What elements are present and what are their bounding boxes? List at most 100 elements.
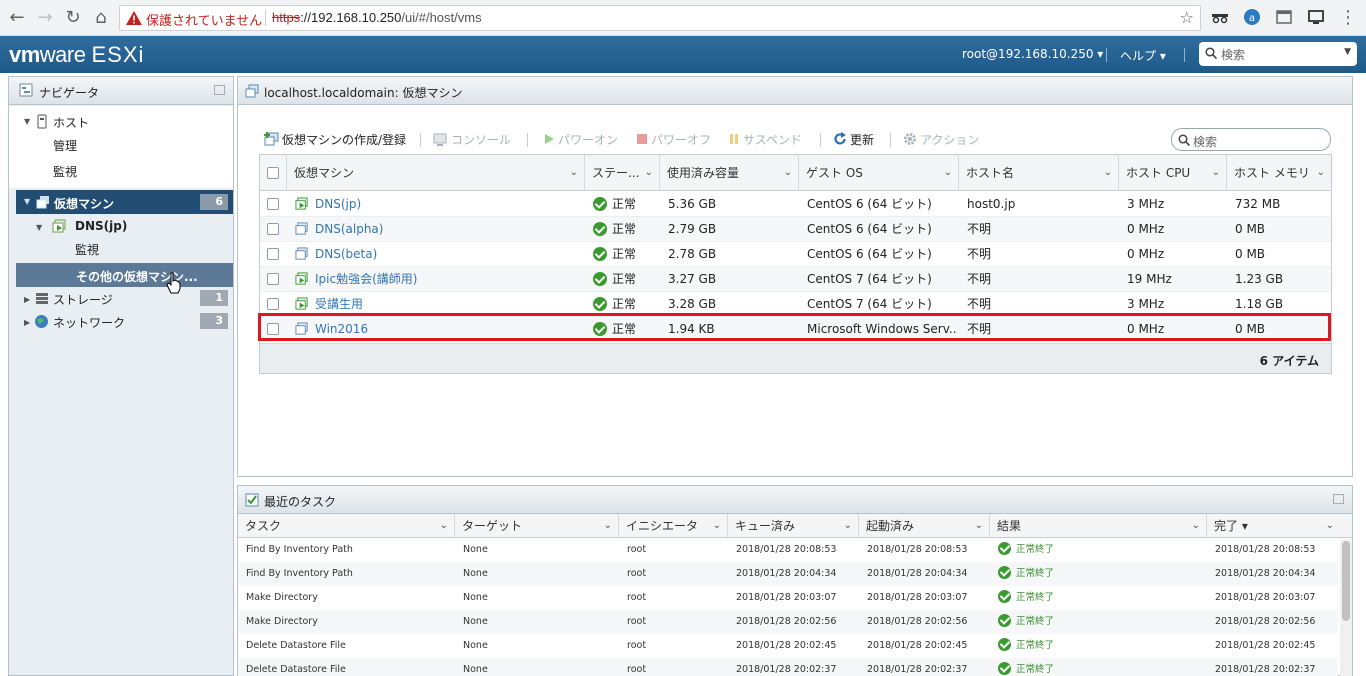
power-on-button[interactable]: パワーオン [543,131,618,148]
table-row[interactable]: DNS(jp) 正常 5.36 GB CentOS 6 (64 ビット) host0.j… [260,192,1331,217]
nav-item-dns-jp-monitor[interactable]: 監視 [75,241,99,258]
vm-running-icon [52,219,66,233]
incognito-icon[interactable] [1211,8,1229,26]
nav-item-network[interactable]: ネットワーク [53,314,125,331]
search-icon [1205,47,1217,59]
back-icon[interactable]: ← [6,7,28,29]
forward-icon[interactable]: → [34,7,56,29]
navigator-title: ナビゲータ [39,86,100,100]
guest-os-cell: CentOS 6 (64 ビット) [807,222,932,236]
column-used-space[interactable]: 使用済み容量 ⌄ [660,155,799,191]
column-host-cpu[interactable]: ホスト CPU ⌄ [1119,155,1227,191]
column-target[interactable]: ターゲット ⌄ [455,514,619,538]
toolbar-divider [420,133,421,147]
home-icon[interactable]: ⌂ [90,7,112,29]
column-task[interactable]: タスク ⌄ [238,514,455,538]
started-cell: 2018/01/28 20:02:37 [867,664,968,675]
expand-triangle-icon[interactable]: ▼ [24,197,30,206]
vm-name-link[interactable]: DNS(jp) [307,192,577,217]
nav-item-vms[interactable]: ▼ 仮想マシン 6 [16,190,233,214]
column-host-memory[interactable]: ホスト メモリ ⌄ [1227,155,1331,191]
create-vm-icon [264,132,279,146]
expand-triangle-icon[interactable]: ▼ [24,117,30,126]
vm-name-link[interactable]: DNS(beta) [307,242,577,267]
vm-search-input[interactable]: 検索 [1171,128,1331,151]
navigator-panel: ナビゲータ ▼ ホスト 管理 監視 ▼ 仮想マシン 6 ▼ DNS(jp) 監視… [8,76,234,676]
column-guest-os[interactable]: ゲスト OS ⌄ [799,155,959,191]
row-checkbox[interactable] [260,217,287,242]
initiator-cell: root [627,592,647,603]
chevron-down-icon: ⌄ [1103,167,1112,178]
header-search-input[interactable]: 検索 ▼ [1199,42,1357,66]
table-row[interactable]: DNS(alpha) 正常 2.79 GB CentOS 6 (64 ビット) 不明 0 … [260,217,1331,242]
item-count: 6 アイテム [1259,354,1319,368]
check-circle-icon [998,590,1011,603]
nav-item-host-manage[interactable]: 管理 [53,137,77,154]
table-row[interactable]: Make Directory None root 2018/01/28 20:02:5… [238,610,1338,634]
vm-name-link[interactable]: Ipic勉強会(講師用) [307,267,577,292]
nav-item-dns-jp[interactable]: DNS(jp) [75,219,127,233]
initiator-cell: root [627,616,647,627]
select-all-checkbox[interactable] [260,155,287,191]
extension-blue-icon[interactable]: a [1243,8,1261,26]
bookmark-star-icon[interactable]: ☆ [1180,8,1194,27]
collapse-panel-icon[interactable] [214,85,225,95]
completed-cell: 2018/01/28 20:02:37 [1215,664,1316,675]
column-host-name[interactable]: ホスト名 ⌄ [959,155,1119,191]
expand-triangle-icon[interactable]: ▼ [36,223,42,232]
reload-icon[interactable]: ↻ [62,7,84,29]
nav-item-host[interactable]: ホスト [53,114,89,131]
table-row[interactable]: Find By Inventory Path None root 2018/01/28… [238,538,1338,562]
check-circle-icon [998,638,1011,651]
refresh-button[interactable]: 更新 [833,131,874,148]
row-checkbox[interactable] [260,192,287,217]
vm-name-link[interactable]: DNS(alpha) [307,217,577,242]
suspend-button[interactable]: サスペンド [728,131,802,148]
chevron-down-icon: ⌄ [1325,520,1334,531]
column-completed[interactable]: 完了 ▾ ⌄ [1207,514,1340,538]
console-button[interactable]: コンソール [433,131,511,148]
address-bar[interactable]: 保護されていません https://192.168.10.250/ui/#/ho… [119,5,1201,31]
collapse-panel-icon[interactable] [1333,494,1344,504]
nav-item-host-monitor[interactable]: 監視 [53,163,77,180]
collapse-triangle-icon[interactable]: ▶ [24,295,30,304]
chevron-down-icon[interactable]: ▼ [1344,47,1351,57]
table-row[interactable]: Make Directory None root 2018/01/28 20:03:0… [238,586,1338,610]
search-placeholder: 検索 [1193,135,1218,149]
nav-item-storage[interactable]: ストレージ [53,291,113,308]
help-menu[interactable]: ヘルプ ▾ [1120,47,1166,64]
table-row[interactable]: Find By Inventory Path None root 2018/01/28… [238,562,1338,586]
row-checkbox[interactable] [260,267,287,292]
column-queued[interactable]: キュー済み ⌄ [728,514,859,538]
create-register-vm-button[interactable]: 仮想マシンの作成/登録 [264,131,406,148]
scrollbar-thumb[interactable] [1342,541,1350,621]
column-vm-name[interactable]: 仮想マシン ⌄ [287,155,585,191]
host-cpu-cell: 0 MHz [1127,247,1165,261]
table-row[interactable]: Delete Datastore File None root 2018/01/28 … [238,634,1338,658]
actions-button[interactable]: アクション [903,131,979,148]
extension-window-icon[interactable] [1275,8,1293,26]
table-row[interactable]: Ipic勉強会(講師用) 正常 3.27 GB CentOS 7 (64 ビット) 不明… [260,267,1331,292]
table-row[interactable]: DNS(beta) 正常 2.78 GB CentOS 6 (64 ビット) 不明 0 M… [260,242,1331,267]
row-checkbox[interactable] [260,242,287,267]
tasks-scrollbar[interactable] [1340,539,1352,676]
cast-icon[interactable] [1307,8,1325,26]
power-on-label: パワーオン [558,133,619,147]
network-count-badge: 3 [200,313,228,329]
column-started[interactable]: 起動済み ⌄ [859,514,990,538]
browser-toolbar: ← → ↻ ⌂ 保護されていません https://192.168.10.250… [0,0,1366,36]
user-menu[interactable]: root@192.168.10.250 ▾ [962,47,1103,61]
power-off-button[interactable]: パワーオフ [636,131,711,148]
more-menu-icon[interactable]: ⋮ [1337,7,1359,29]
column-result[interactable]: 結果 ⌄ [990,514,1207,538]
search-icon [1178,134,1190,146]
nav-item-other-vms[interactable]: その他の仮想マシン... [16,263,233,287]
column-status[interactable]: ステー... ⌄ [585,155,660,191]
highlight-box [258,313,1331,341]
collapse-triangle-icon[interactable]: ▶ [24,318,30,327]
column-initiator[interactable]: イニシエータ ⌄ [619,514,728,538]
table-row[interactable]: Delete Datastore File None root 2018/01/28 … [238,658,1338,676]
status-cell: 正常 [585,192,660,217]
storage-count-badge: 1 [200,290,228,306]
check-circle-icon [998,542,1011,555]
